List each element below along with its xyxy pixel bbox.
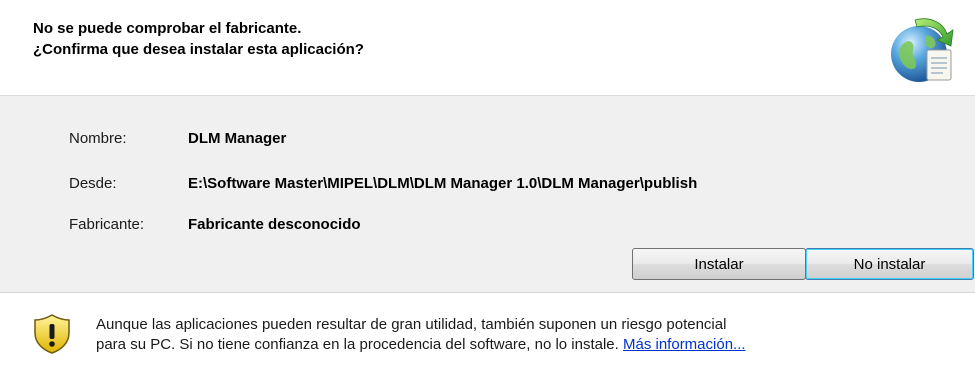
header-title: No se puede comprobar el fabricante. [33, 20, 302, 37]
warning-line-1: Aunque las aplicaciones pueden resultar … [96, 316, 727, 333]
name-label: Nombre: [69, 130, 127, 147]
dialog-header: No se puede comprobar el fabricante. ¿Co… [0, 0, 975, 95]
from-value: E:\Software Master\MIPEL\DLM\DLM Manager… [188, 175, 698, 192]
warning-line-2-text: para su PC. Si no tiene confianza en la … [96, 336, 623, 353]
name-value: DLM Manager [188, 130, 287, 147]
warning-line-2: para su PC. Si no tiene confianza en la … [96, 335, 956, 355]
warning-footer: Aunque las aplicaciones pueden resultar … [0, 292, 975, 371]
globe-install-icon [891, 18, 954, 82]
install-security-dialog: No se puede comprobar el fabricante. ¿Co… [0, 0, 975, 371]
header-question: ¿Confirma que desea instalar esta aplica… [33, 41, 364, 58]
warning-text: Aunque las aplicaciones pueden resultar … [96, 315, 956, 355]
details-panel: Nombre: DLM Manager Desde: E:\Software M… [0, 95, 975, 292]
warning-shield-icon [34, 314, 70, 354]
install-button[interactable]: Instalar [632, 248, 806, 280]
publisher-value: Fabricante desconocido [188, 216, 361, 233]
from-label: Desde: [69, 175, 117, 192]
more-info-link[interactable]: Más información... [623, 336, 746, 353]
publisher-label: Fabricante: [69, 216, 145, 233]
no-install-button[interactable]: No instalar [805, 248, 974, 280]
